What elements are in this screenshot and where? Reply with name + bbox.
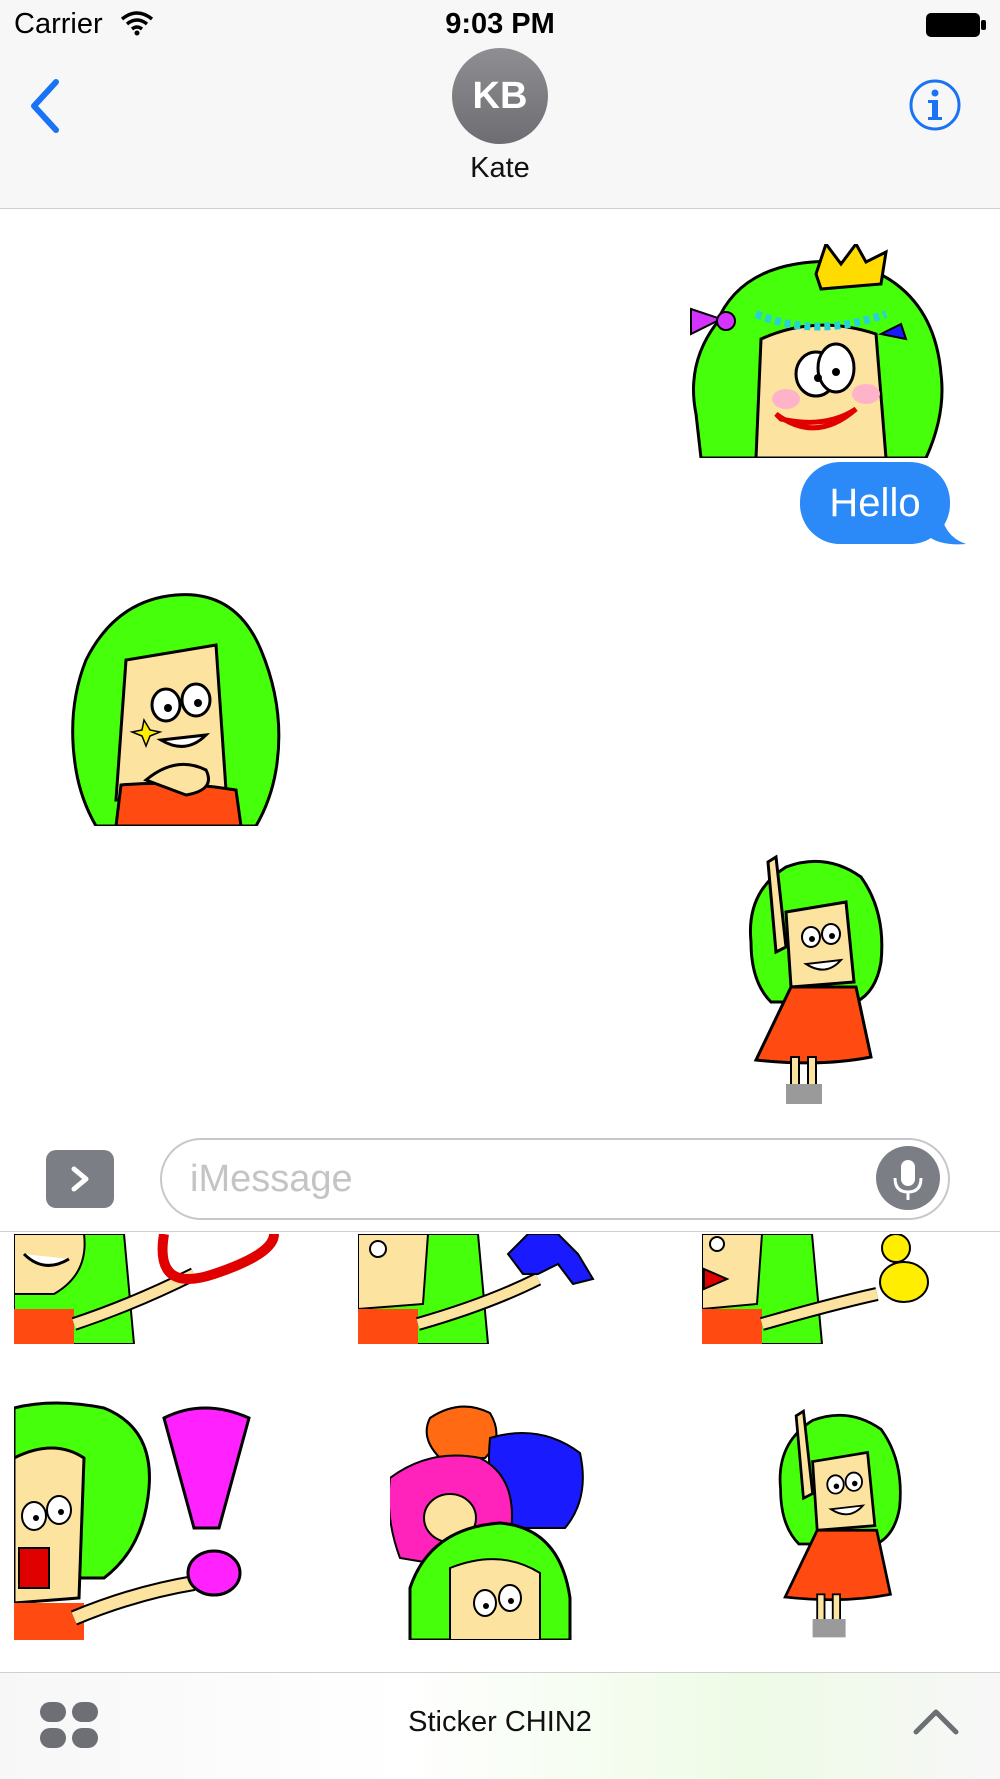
sticker-cell-waving-girl[interactable] [776,1404,906,1640]
message-placeholder[interactable]: iMessage [190,1158,353,1201]
info-icon[interactable] [908,78,962,132]
apps-toggle-button[interactable] [46,1150,114,1208]
back-chevron-icon[interactable] [26,76,66,136]
microphone-icon [893,1160,923,1200]
sticker-cell-shirt[interactable] [358,1234,628,1344]
sticker-pack-title: Sticker CHIN2 [408,1706,592,1738]
sticker-cell-crowd[interactable] [390,1398,600,1640]
sticker-cell-exclamation[interactable] [14,1398,284,1640]
sticker-cell-lemon[interactable] [702,1234,972,1344]
contact-name[interactable]: Kate [0,152,1000,185]
status-time: 9:03 PM [445,8,555,40]
sticker-cell-lasso[interactable] [14,1234,284,1344]
thinking-girl-sticker[interactable] [66,590,286,826]
chevron-right-icon [71,1166,89,1192]
bubble-tail [920,506,966,545]
chevron-up-icon[interactable] [912,1706,960,1736]
contact-avatar[interactable]: KB [452,48,548,144]
battery-icon [926,13,986,37]
microphone-button[interactable] [876,1146,940,1210]
waving-girl-sticker[interactable] [746,852,888,1104]
princess-sticker[interactable] [686,244,946,458]
